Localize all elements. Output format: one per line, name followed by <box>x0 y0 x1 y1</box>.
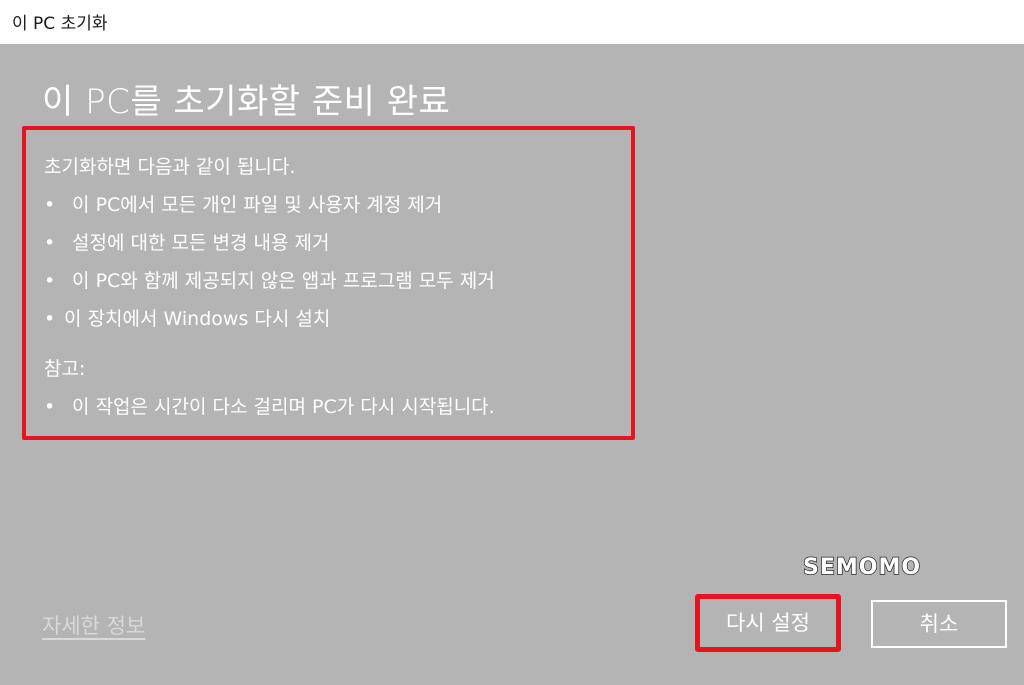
list-item-text: 이 작업은 시간이 다소 걸리며 PC가 다시 시작됩니다. <box>72 396 495 418</box>
bullet-icon: • <box>44 270 56 292</box>
bullet-icon: • <box>44 194 56 216</box>
info-highlight-box: 초기화하면 다음과 같이 됩니다. • 이 PC에서 모든 개인 파일 및 사용… <box>22 126 635 440</box>
list-item-text: 설정에 대한 모든 변경 내용 제거 <box>72 232 330 254</box>
list-item: • 이 PC에서 모든 개인 파일 및 사용자 계정 제거 <box>44 190 442 217</box>
bullet-icon: • <box>44 308 56 330</box>
bullet-icon: • <box>44 396 56 418</box>
list-item-text: 이 장치에서 Windows 다시 설치 <box>64 308 331 330</box>
list-item: • 이 장치에서 Windows 다시 설치 <box>44 304 330 331</box>
bullet-icon: • <box>44 232 56 254</box>
intro-text: 초기화하면 다음과 같이 됩니다. <box>44 156 296 178</box>
reset-button[interactable]: 다시 설정 <box>705 599 831 647</box>
list-item-text: 이 PC에서 모든 개인 파일 및 사용자 계정 제거 <box>72 194 443 216</box>
window-title: 이 PC 초기화 <box>12 14 108 34</box>
list-item: • 이 작업은 시간이 다소 걸리며 PC가 다시 시작됩니다. <box>44 392 495 419</box>
list-item: • 설정에 대한 모든 변경 내용 제거 <box>44 228 330 255</box>
reset-pc-window: 이 PC 초기화 이 PC를 초기화할 준비 완료 초기화하면 다음과 같이 됩… <box>0 0 1024 685</box>
content-panel: 이 PC를 초기화할 준비 완료 초기화하면 다음과 같이 됩니다. • 이 P… <box>0 44 1024 685</box>
title-bar: 이 PC 초기화 <box>0 0 1024 44</box>
page-heading: 이 PC를 초기화할 준비 완료 <box>42 82 451 122</box>
cancel-button[interactable]: 취소 <box>871 600 1007 648</box>
list-item: • 이 PC와 함께 제공되지 않은 앱과 프로그램 모두 제거 <box>44 266 495 293</box>
reset-button-highlight: 다시 설정 <box>695 594 841 652</box>
more-info-link[interactable]: 자세한 정보 <box>42 610 145 640</box>
watermark-text: SEMOMO <box>802 554 922 581</box>
list-item-text: 이 PC와 함께 제공되지 않은 앱과 프로그램 모두 제거 <box>72 270 495 292</box>
note-label: 참고: <box>44 358 86 380</box>
